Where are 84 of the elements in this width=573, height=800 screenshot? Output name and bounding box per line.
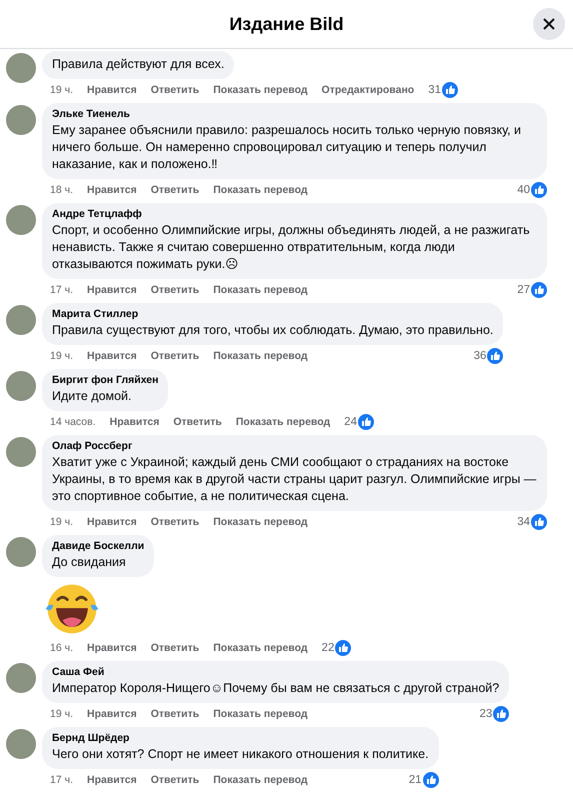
comment-action-link[interactable]: Ответить bbox=[150, 774, 200, 786]
comment-author[interactable]: Марита Стиллер bbox=[52, 308, 494, 320]
comment-action-link[interactable]: Ответить bbox=[150, 84, 200, 96]
avatar[interactable] bbox=[6, 53, 36, 83]
like-count: 36 bbox=[474, 350, 486, 362]
like-icon bbox=[493, 706, 510, 722]
avatar[interactable] bbox=[6, 105, 36, 135]
like-count: 31 bbox=[428, 84, 442, 96]
comment-action-link[interactable]: Показать перевод bbox=[236, 416, 330, 428]
comment-author[interactable]: Олаф Россберг bbox=[52, 440, 537, 452]
comment-action-link[interactable]: Нравится bbox=[86, 642, 137, 654]
comment-action-link[interactable]: Ответить bbox=[150, 516, 200, 528]
comment-author[interactable]: Андре Тетцлафф bbox=[52, 208, 537, 220]
avatar[interactable] bbox=[6, 205, 36, 235]
comment-action-link[interactable]: Показать перевод bbox=[213, 516, 308, 528]
like-count: 22 bbox=[322, 642, 334, 654]
comment-action-link[interactable]: Нравится bbox=[86, 350, 137, 362]
comment-action-link[interactable]: Нравится bbox=[86, 516, 137, 528]
comment-author[interactable]: Саша Фей bbox=[52, 666, 500, 678]
comment-action-link[interactable]: Нравится bbox=[110, 416, 160, 428]
comment-time[interactable]: 17 ч. bbox=[50, 774, 73, 786]
comment-action-link[interactable]: Нравится bbox=[86, 84, 137, 96]
comment-text: Ему заранее объяснили правило: разрешалось носить только черную повязку, и ничего больше. Он намеренно спровоцировал ситуацию и теперь получил наказание, как и положено.‼ bbox=[52, 122, 522, 173]
comment-action-link[interactable]: Показать перевод bbox=[213, 708, 308, 720]
comment-action-link[interactable]: Ответить bbox=[150, 284, 200, 296]
like-count: 24 bbox=[344, 416, 357, 428]
comment-text: До свидания bbox=[52, 554, 127, 571]
comment-action-link[interactable]: Показать перевод bbox=[213, 84, 308, 96]
comment-action-link[interactable]: Показать перевод bbox=[213, 284, 308, 296]
comment-action-link[interactable]: Ответить bbox=[150, 350, 200, 362]
comment-action-link[interactable]: Ответить bbox=[150, 642, 200, 654]
like-count: 27 bbox=[517, 284, 530, 296]
comment-text: Хватит уже с Украиной; каждый день СМИ сообщают о страданиях на востоке Украины, в то время как в другой части страны царит разгул. Олимпийские игры — это спортивное событие, а не политическая сцена. bbox=[52, 454, 537, 505]
comment-time[interactable]: 16 ч. bbox=[50, 642, 73, 654]
close-icon bbox=[541, 16, 557, 32]
like-icon bbox=[531, 514, 547, 530]
comment-text: Идите домой. bbox=[52, 388, 133, 405]
comment-text: Император Короля-Нищего☺Почему бы вам не связаться с другой страной? bbox=[52, 680, 500, 697]
comment-action-link[interactable]: Нравится bbox=[86, 708, 137, 720]
comment-author[interactable]: Эльке Тиенель bbox=[52, 108, 537, 120]
comment-time[interactable]: 18 ч. bbox=[50, 184, 73, 196]
like-count: 40 bbox=[517, 184, 530, 196]
avatar[interactable] bbox=[6, 537, 36, 567]
comment-author[interactable]: Давиде Боскелли bbox=[52, 540, 144, 552]
like-icon bbox=[487, 348, 504, 364]
comment-action-link[interactable]: Показать перевод bbox=[213, 774, 308, 786]
comment-action-link[interactable]: Показать перевод bbox=[213, 184, 308, 196]
comment-text: Спорт, и особенно Олимпийские игры, должны объединять людей, а не разжигать ненависть. Также я считаю совершенно отвратительным, когда люди отказываются пожимать руки.☹ bbox=[52, 222, 531, 273]
like-count: 21 bbox=[408, 774, 422, 786]
like-icon bbox=[335, 640, 352, 656]
comment-action-link[interactable]: Нравится bbox=[86, 284, 137, 296]
dialog-title: Издание Bild bbox=[229, 14, 344, 34]
like-count: 34 bbox=[517, 516, 530, 528]
comment-time[interactable]: 19 ч. bbox=[50, 708, 73, 720]
comment-time[interactable]: 17 ч. bbox=[50, 284, 73, 296]
comment-time[interactable]: 19 ч. bbox=[50, 350, 73, 362]
close-button[interactable] bbox=[533, 8, 565, 40]
comment-action-link[interactable]: Ответить bbox=[173, 416, 222, 428]
comment-text: Чего они хотят? Спорт не имеет никакого отношения к политике. bbox=[52, 746, 429, 763]
comment-time[interactable]: 19 ч. bbox=[50, 516, 73, 528]
comment-text: Правила действуют для всех. bbox=[52, 56, 224, 73]
like-icon bbox=[422, 772, 439, 788]
like-icon bbox=[531, 282, 547, 298]
comment-action-link[interactable]: Ответить bbox=[150, 708, 200, 720]
comment-action-link[interactable]: Нравится bbox=[86, 774, 137, 786]
comment-text: Правила существуют для того, чтобы их соблюдать. Думаю, это правильно. bbox=[52, 322, 494, 339]
comment-action-link[interactable]: Отредактировано bbox=[322, 84, 414, 96]
like-icon bbox=[358, 414, 374, 430]
like-icon bbox=[442, 82, 458, 98]
avatar[interactable] bbox=[6, 729, 36, 759]
comment-author[interactable]: Бернд Шрёдер bbox=[52, 732, 429, 744]
like-count: 23 bbox=[479, 708, 492, 720]
comment-author[interactable]: Биргит фон Гляйхен bbox=[52, 374, 158, 386]
like-icon bbox=[531, 182, 547, 198]
avatar[interactable] bbox=[6, 371, 36, 401]
avatar[interactable] bbox=[6, 663, 36, 693]
comment-time[interactable]: 19 ч. bbox=[50, 84, 73, 96]
comment-action-link[interactable]: Показать перевод bbox=[213, 350, 308, 362]
comment-action-link[interactable]: Показать перевод bbox=[213, 642, 308, 654]
comment-time[interactable]: 14 часов. bbox=[50, 416, 96, 428]
comment-action-link[interactable]: Ответить bbox=[150, 184, 200, 196]
avatar[interactable] bbox=[6, 437, 36, 467]
avatar[interactable] bbox=[6, 305, 36, 335]
comment-action-link[interactable]: Нравится bbox=[86, 184, 137, 196]
